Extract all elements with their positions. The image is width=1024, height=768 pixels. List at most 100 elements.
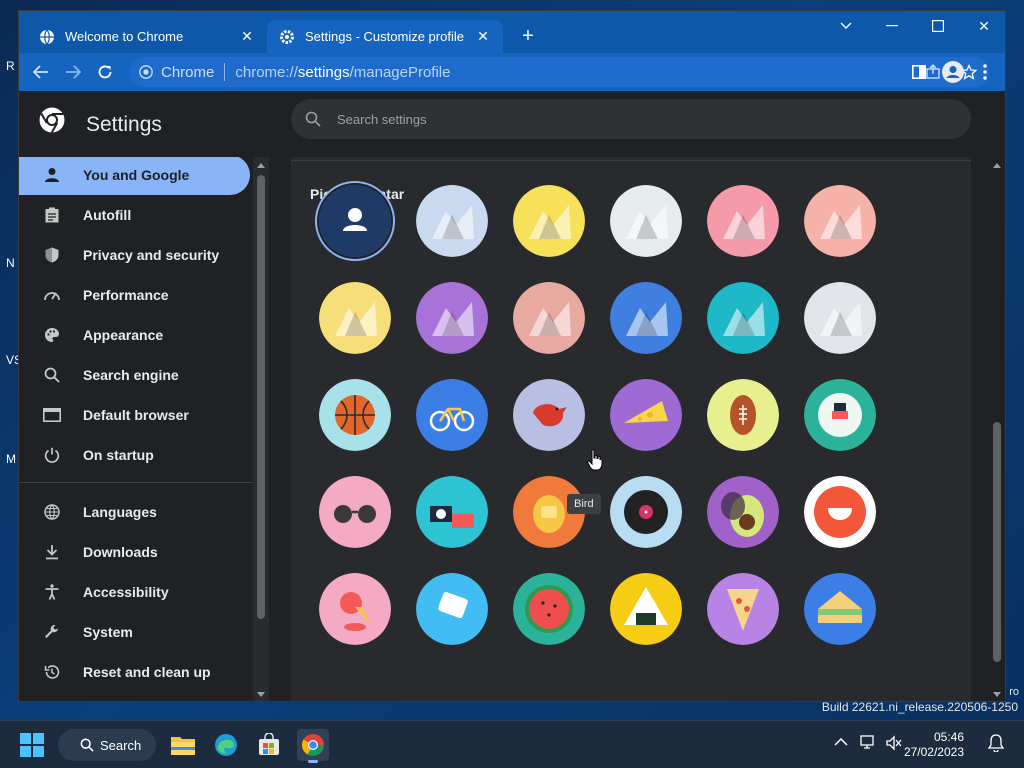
close-tab-icon[interactable]: ✕ bbox=[239, 28, 255, 45]
desktop-icon-label[interactable]: R bbox=[6, 59, 15, 73]
tab-search-icon[interactable] bbox=[823, 11, 869, 41]
rabbit-icon bbox=[707, 282, 779, 354]
sidebar-item-reset[interactable]: Reset and clean up bbox=[19, 652, 250, 692]
avatar-option-elephant[interactable] bbox=[707, 185, 779, 257]
sidebar-item-you-and-google[interactable]: You and Google bbox=[19, 157, 250, 195]
avatar-option-corgi[interactable] bbox=[513, 185, 585, 257]
more-menu-icon[interactable] bbox=[969, 56, 1001, 88]
chrome-window: Welcome to Chrome ✕ Settings - Customize… bbox=[18, 10, 1006, 702]
monkey-icon bbox=[319, 282, 391, 354]
avatar-option-sandwich[interactable] bbox=[804, 573, 876, 645]
avatar-option-cat[interactable] bbox=[416, 185, 488, 257]
network-icon[interactable] bbox=[860, 735, 878, 754]
avatar-option-basketball[interactable] bbox=[319, 379, 391, 451]
avatar-option-ice-cream[interactable] bbox=[319, 573, 391, 645]
side-panel-icon[interactable] bbox=[903, 56, 935, 88]
avatar-option-panda[interactable] bbox=[416, 282, 488, 354]
address-bar[interactable]: Chrome chrome://settings/manageProfile bbox=[129, 57, 989, 87]
scrollbar-thumb bbox=[993, 422, 1001, 662]
volume-muted-icon[interactable] bbox=[886, 735, 902, 754]
taskbar-clock[interactable]: 05:46 27/02/2023 bbox=[904, 730, 964, 760]
taskbar-search-button[interactable]: Search bbox=[58, 729, 156, 761]
sidebar-item-accessibility[interactable]: Accessibility bbox=[19, 572, 250, 612]
avatar-option-person[interactable] bbox=[319, 185, 391, 257]
sidebar-item-label: You and Google bbox=[83, 167, 190, 183]
avatar-option-note[interactable] bbox=[416, 573, 488, 645]
avatar-option-penguin[interactable] bbox=[513, 282, 585, 354]
watermelon-icon bbox=[513, 573, 585, 645]
minimize-icon[interactable] bbox=[869, 11, 915, 41]
history-icon bbox=[41, 661, 63, 683]
file-explorer-icon[interactable] bbox=[167, 729, 199, 761]
cat-icon bbox=[416, 185, 488, 257]
avatar-option-sunglasses[interactable] bbox=[319, 476, 391, 548]
elephant-icon bbox=[707, 185, 779, 257]
edge-icon[interactable] bbox=[210, 729, 242, 761]
avatar-tooltip: Bird bbox=[567, 494, 601, 514]
chevron-up-icon[interactable] bbox=[834, 735, 848, 749]
avatar-option-rabbit[interactable] bbox=[707, 282, 779, 354]
search-settings-input[interactable]: Search settings bbox=[291, 99, 971, 139]
watermark-suffix: ro bbox=[1009, 686, 1019, 698]
notification-bell-icon[interactable] bbox=[987, 734, 1005, 755]
sandwich-icon bbox=[804, 573, 876, 645]
avatar-option-monkey[interactable] bbox=[319, 282, 391, 354]
avatar-option-vinyl[interactable] bbox=[610, 476, 682, 548]
sidebar-item-performance[interactable]: Performance bbox=[19, 275, 250, 315]
sidebar-item-privacy[interactable]: Privacy and security bbox=[19, 235, 250, 275]
desktop-icon-label[interactable]: N bbox=[6, 256, 15, 270]
gear-icon bbox=[279, 29, 295, 45]
avatar-option-watermelon[interactable] bbox=[513, 573, 585, 645]
close-tab-icon[interactable]: ✕ bbox=[475, 28, 491, 45]
avatar-option-cheese[interactable] bbox=[610, 379, 682, 451]
clipboard-icon bbox=[41, 204, 63, 226]
reload-icon[interactable] bbox=[89, 56, 121, 88]
scroll-down-icon bbox=[993, 692, 1001, 697]
sidebar-item-label: Downloads bbox=[83, 544, 158, 560]
avatar-option-dragon[interactable] bbox=[610, 185, 682, 257]
tab-settings[interactable]: Settings - Customize profile ✕ bbox=[267, 20, 503, 53]
profile-avatar-icon[interactable] bbox=[937, 56, 969, 88]
sidebar-item-system[interactable]: System bbox=[19, 612, 250, 652]
avatar-option-football[interactable] bbox=[707, 379, 779, 451]
back-icon[interactable] bbox=[25, 56, 57, 88]
sidebar-item-search-engine[interactable]: Search engine bbox=[19, 355, 250, 395]
avatar-option-fox[interactable] bbox=[804, 185, 876, 257]
avatar-option-bird[interactable] bbox=[513, 379, 585, 451]
url-text[interactable]: chrome://settings/manageProfile bbox=[235, 64, 450, 81]
sidebar-item-appearance[interactable]: Appearance bbox=[19, 315, 250, 355]
new-tab-button[interactable]: + bbox=[517, 25, 539, 47]
sidebar-scrollbar[interactable] bbox=[253, 157, 269, 701]
clock-date: 27/02/2023 bbox=[903, 745, 964, 759]
maximize-icon[interactable] bbox=[915, 11, 961, 41]
sidebar-item-downloads[interactable]: Downloads bbox=[19, 532, 250, 572]
power-icon bbox=[41, 444, 63, 466]
butterfly-icon bbox=[610, 282, 682, 354]
sidebar-item-label: Accessibility bbox=[83, 584, 169, 600]
note-icon bbox=[416, 573, 488, 645]
avatar-option-avocado[interactable] bbox=[707, 476, 779, 548]
avatar-option-pizza[interactable] bbox=[707, 573, 779, 645]
chrome-taskbar-icon[interactable] bbox=[297, 729, 329, 763]
taskbar-search-label: Search bbox=[100, 737, 142, 753]
tab-welcome[interactable]: Welcome to Chrome ✕ bbox=[27, 20, 267, 53]
windows-start-icon[interactable] bbox=[20, 733, 44, 762]
sidebar-item-default-browser[interactable]: Default browser bbox=[19, 395, 250, 435]
sidebar-item-on-startup[interactable]: On startup bbox=[19, 435, 250, 475]
avatar-option-sushi-plate[interactable] bbox=[804, 379, 876, 451]
sidebar-item-label: Search engine bbox=[83, 367, 179, 383]
avatar-option-smiley[interactable] bbox=[804, 476, 876, 548]
sidebar-item-autofill[interactable]: Autofill bbox=[19, 195, 250, 235]
close-window-icon[interactable]: ✕ bbox=[961, 11, 1005, 41]
avatar-option-unicorn[interactable] bbox=[804, 282, 876, 354]
microsoft-store-icon[interactable] bbox=[253, 729, 285, 761]
avatar-option-sushi[interactable] bbox=[416, 476, 488, 548]
avatar-option-bike[interactable] bbox=[416, 379, 488, 451]
avatar-option-butterfly[interactable] bbox=[610, 282, 682, 354]
avatar-option-onigiri[interactable] bbox=[610, 573, 682, 645]
forward-icon[interactable] bbox=[57, 56, 89, 88]
desktop-icon-label[interactable]: M bbox=[6, 452, 16, 466]
main-scrollbar[interactable] bbox=[989, 157, 1005, 701]
sidebar-item-languages[interactable]: Languages bbox=[19, 492, 250, 532]
site-info[interactable]: Chrome bbox=[139, 64, 214, 81]
